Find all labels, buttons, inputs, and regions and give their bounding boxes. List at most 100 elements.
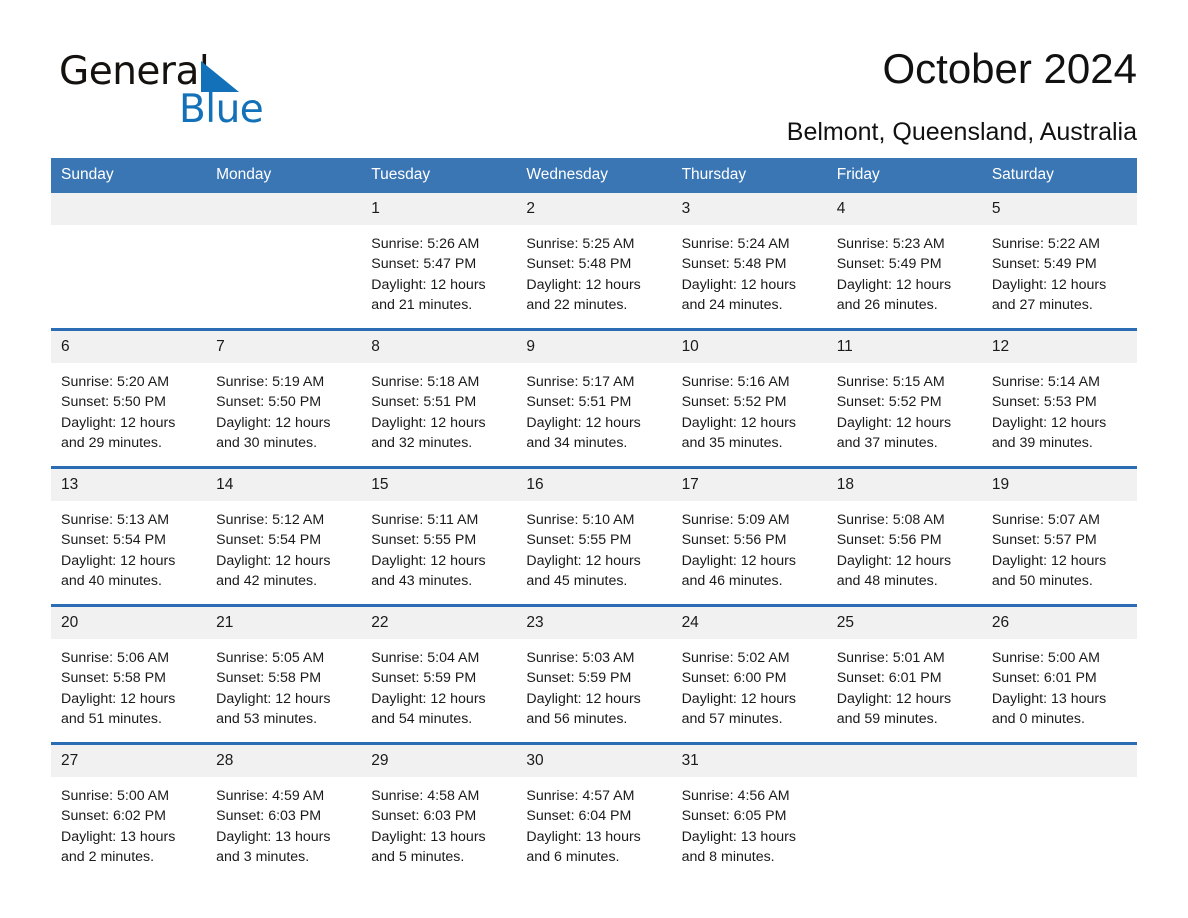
daylight-text-continued: and 40 minutes. <box>61 572 162 589</box>
day-number[interactable]: 26 <box>982 607 1137 639</box>
day-cell[interactable]: Sunrise: 5:20 AM Sunset: 5:50 PM Daylight:… <box>51 363 206 466</box>
day-cell[interactable]: Sunrise: 5:11 AM Sunset: 5:55 PM Daylight:… <box>361 501 516 604</box>
sunset-text: Sunset: 5:50 PM <box>216 394 322 411</box>
sunset-text: Sunset: 5:49 PM <box>836 256 942 273</box>
day-cell[interactable]: Sunrise: 5:13 AM Sunset: 5:54 PM Daylight:… <box>51 501 206 604</box>
day-cell[interactable]: Sunrise: 4:56 AM Sunset: 6:05 PM Daylight:… <box>672 777 827 880</box>
day-cell[interactable]: Sunrise: 5:05 AM Sunset: 5:58 PM Daylight:… <box>206 639 361 742</box>
day-cell[interactable]: Sunrise: 5:02 AM Sunset: 6:00 PM Daylight:… <box>672 639 827 742</box>
weekday-header-thursday: Thursday <box>681 166 747 183</box>
day-number[interactable]: 6 <box>51 331 206 363</box>
day-cell[interactable]: Sunrise: 5:10 AM Sunset: 5:55 PM Daylight:… <box>516 501 671 604</box>
day-cell[interactable]: Sunrise: 4:59 AM Sunset: 6:03 PM Daylight:… <box>206 777 361 880</box>
daylight-text: Daylight: 12 hours <box>836 690 952 707</box>
day-cell[interactable]: Sunrise: 5:18 AM Sunset: 5:51 PM Daylight:… <box>361 363 516 466</box>
day-cell[interactable]: Sunrise: 5:00 AM Sunset: 6:02 PM Daylight:… <box>51 777 206 880</box>
day-number[interactable]: 1 <box>361 193 516 225</box>
daylight-text: Daylight: 12 hours <box>371 690 486 707</box>
day-cell[interactable]: Sunrise: 5:03 AM Sunset: 5:59 PM Daylight:… <box>516 639 671 742</box>
day-cell[interactable]: Sunrise: 5:19 AM Sunset: 5:50 PM Daylight:… <box>206 363 361 466</box>
weekday-header-friday: Friday <box>836 166 880 183</box>
day-cell[interactable]: Sunrise: 5:22 AM Sunset: 5:49 PM Daylight:… <box>982 225 1137 328</box>
day-cell[interactable]: Sunrise: 5:24 AM Sunset: 5:48 PM Daylight:… <box>672 225 827 328</box>
day-number[interactable]: 27 <box>51 745 206 777</box>
day-cell-empty <box>51 225 206 328</box>
sunset-text: Sunset: 6:03 PM <box>216 808 322 825</box>
day-number[interactable]: 18 <box>827 469 982 501</box>
sunrise-text: Sunrise: 4:59 AM <box>216 788 325 804</box>
day-number[interactable]: 13 <box>51 469 206 501</box>
sunrise-text: Sunrise: 4:58 AM <box>371 788 480 804</box>
day-number[interactable]: 24 <box>672 607 827 639</box>
day-number[interactable]: 2 <box>516 193 671 225</box>
day-number[interactable]: 20 <box>51 607 206 639</box>
day-cell[interactable]: Sunrise: 5:07 AM Sunset: 5:57 PM Daylight:… <box>982 501 1137 604</box>
page-title: October 2024 <box>882 45 1137 92</box>
calendar-page: General Blue October 2024 Belmont, Queen… <box>0 0 1188 918</box>
day-number[interactable]: 25 <box>827 607 982 639</box>
sunset-text: Sunset: 5:49 PM <box>991 256 1097 273</box>
day-cell[interactable]: Sunrise: 5:14 AM Sunset: 5:53 PM Daylight:… <box>982 363 1137 466</box>
day-cell[interactable]: Sunrise: 5:12 AM Sunset: 5:54 PM Daylight:… <box>206 501 361 604</box>
calendar-week-row: 20 21 22 23 24 25 26 Sunrise: 5:06 AM Sunset: 5:… <box>51 604 1137 742</box>
day-number[interactable]: 30 <box>516 745 671 777</box>
sunrise-text: Sunrise: 5:05 AM <box>216 650 325 666</box>
day-number[interactable]: 7 <box>206 331 361 363</box>
day-cell[interactable]: Sunrise: 4:57 AM Sunset: 6:04 PM Daylight:… <box>516 777 671 880</box>
day-number[interactable]: 22 <box>361 607 516 639</box>
day-cell[interactable]: Sunrise: 5:23 AM Sunset: 5:49 PM Daylight:… <box>827 225 982 328</box>
day-number[interactable]: 5 <box>982 193 1137 225</box>
day-cell[interactable]: Sunrise: 5:26 AM Sunset: 5:47 PM Daylight:… <box>361 225 516 328</box>
day-cell[interactable]: Sunrise: 4:58 AM Sunset: 6:03 PM Daylight:… <box>361 777 516 880</box>
general-blue-logo[interactable]: General Blue <box>51 50 311 132</box>
sunrise-text: Sunrise: 5:18 AM <box>371 374 480 390</box>
day-number[interactable]: 23 <box>516 607 671 639</box>
daylight-text-continued: and 24 minutes. <box>681 296 783 313</box>
day-cell[interactable]: Sunrise: 5:16 AM Sunset: 5:52 PM Daylight:… <box>672 363 827 466</box>
day-number[interactable]: 17 <box>672 469 827 501</box>
daylight-text-continued: and 34 minutes. <box>526 434 628 451</box>
calendar-week-row: 6 7 8 9 10 11 12 Sunrise: 5:20 AM Sunset: 5:50 P… <box>51 328 1137 466</box>
weekday-header-tuesday: Tuesday <box>371 166 431 183</box>
day-number[interactable]: 14 <box>206 469 361 501</box>
sunrise-text: Sunrise: 5:08 AM <box>836 512 945 528</box>
week-date-band: 6 7 8 9 10 11 12 <box>51 331 1137 363</box>
daylight-text: Daylight: 12 hours <box>991 276 1107 293</box>
day-number[interactable]: 11 <box>827 331 982 363</box>
weekday-header-row: Sunday Monday Tuesday Wednesday Thursday… <box>51 158 1137 193</box>
day-number[interactable]: 3 <box>672 193 827 225</box>
day-cell[interactable]: Sunrise: 5:08 AM Sunset: 5:56 PM Daylight:… <box>827 501 982 604</box>
sunset-text: Sunset: 5:56 PM <box>836 532 942 549</box>
day-cell[interactable]: Sunrise: 5:01 AM Sunset: 6:01 PM Daylight:… <box>827 639 982 742</box>
daylight-text-continued: and 37 minutes. <box>836 434 938 451</box>
day-number[interactable]: 12 <box>982 331 1137 363</box>
daylight-text-continued: and 35 minutes. <box>681 434 783 451</box>
day-cell[interactable]: Sunrise: 5:17 AM Sunset: 5:51 PM Daylight:… <box>516 363 671 466</box>
daylight-text-continued: and 30 minutes. <box>216 434 318 451</box>
day-number[interactable]: 31 <box>672 745 827 777</box>
day-cell[interactable]: Sunrise: 5:04 AM Sunset: 5:59 PM Daylight:… <box>361 639 516 742</box>
day-number[interactable]: 10 <box>672 331 827 363</box>
day-number[interactable]: 9 <box>516 331 671 363</box>
day-number[interactable]: 21 <box>206 607 361 639</box>
day-cell[interactable]: Sunrise: 5:09 AM Sunset: 5:56 PM Daylight:… <box>672 501 827 604</box>
day-number[interactable]: 4 <box>827 193 982 225</box>
sunrise-text: Sunrise: 5:09 AM <box>681 512 790 528</box>
week-detail-band: Sunrise: 5:06 AM Sunset: 5:58 PM Daylight:… <box>51 639 1137 742</box>
sunrise-text: Sunrise: 5:02 AM <box>681 650 790 666</box>
day-cell[interactable]: Sunrise: 5:15 AM Sunset: 5:52 PM Daylight:… <box>827 363 982 466</box>
day-number[interactable]: 29 <box>361 745 516 777</box>
day-number[interactable]: 8 <box>361 331 516 363</box>
day-cell[interactable]: Sunrise: 5:25 AM Sunset: 5:48 PM Daylight:… <box>516 225 671 328</box>
day-number[interactable]: 19 <box>982 469 1137 501</box>
sunset-text: Sunset: 6:01 PM <box>836 670 942 687</box>
sunrise-text: Sunrise: 5:22 AM <box>991 236 1100 252</box>
page-subtitle-location: Belmont, Queensland, Australia <box>786 118 1137 146</box>
day-number[interactable]: 15 <box>361 469 516 501</box>
day-cell[interactable]: Sunrise: 5:06 AM Sunset: 5:58 PM Daylight:… <box>51 639 206 742</box>
day-cell[interactable]: Sunrise: 5:00 AM Sunset: 6:01 PM Daylight:… <box>982 639 1137 742</box>
day-number[interactable]: 16 <box>516 469 671 501</box>
day-number[interactable]: 28 <box>206 745 361 777</box>
daylight-text: Daylight: 12 hours <box>836 552 952 569</box>
daylight-text-continued: and 21 minutes. <box>371 296 473 313</box>
